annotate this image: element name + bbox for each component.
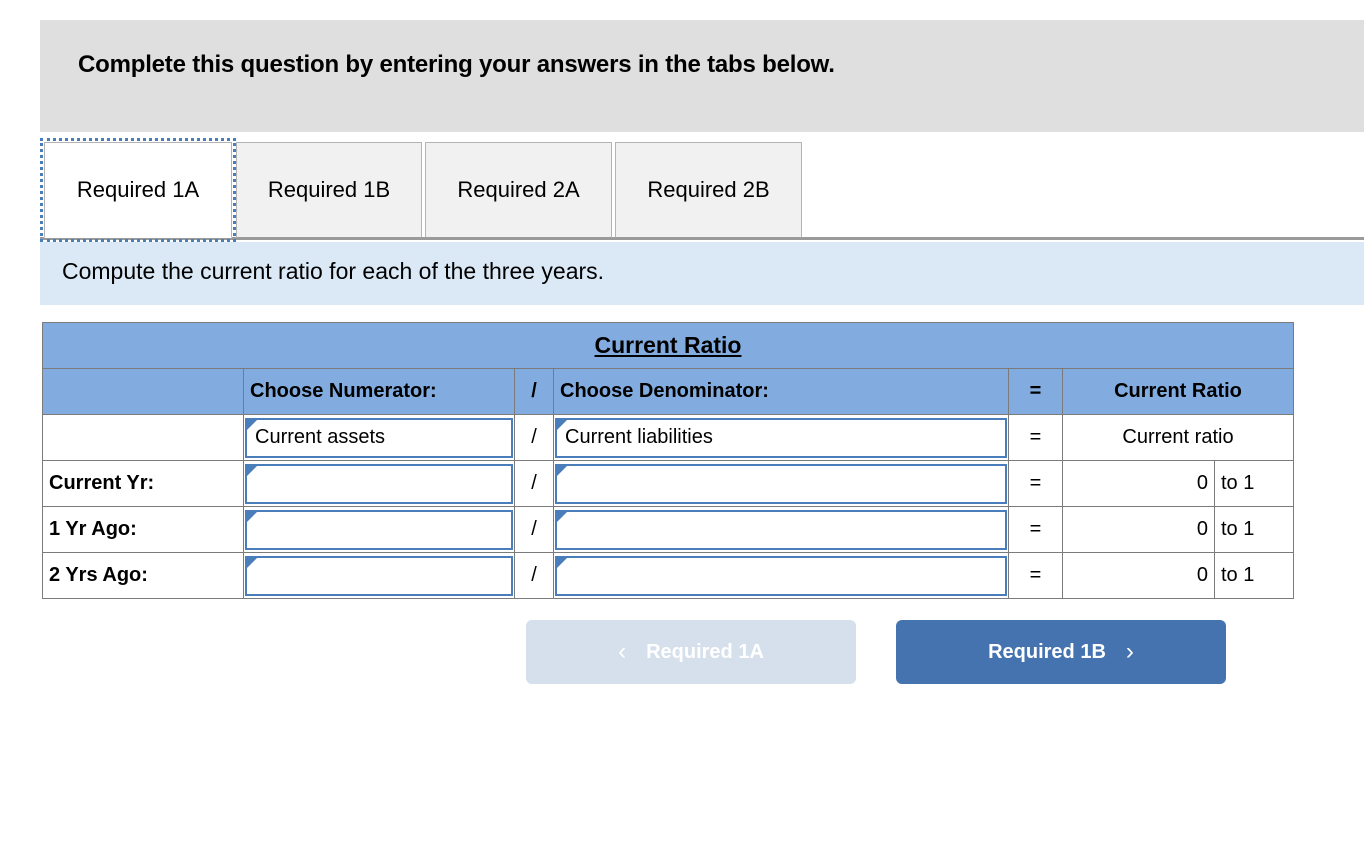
formula-slash: / bbox=[514, 414, 554, 461]
row-label-1-yr-ago: 1 Yr Ago: bbox=[42, 506, 244, 553]
denominator-select-1-yr-ago[interactable] bbox=[553, 506, 1009, 553]
current-ratio-table-container: Current Ratio Choose Numerator: / Choose… bbox=[42, 322, 1294, 599]
numerator-select-1-yr-ago[interactable] bbox=[243, 506, 515, 553]
header-equals: = bbox=[1008, 368, 1063, 415]
chevron-right-icon: › bbox=[1125, 638, 1134, 665]
dropdown-corner-icon bbox=[557, 419, 567, 430]
row-ratio-value-1-yr-ago: 0 bbox=[1062, 506, 1215, 553]
header-current-ratio: Current Ratio bbox=[1062, 368, 1294, 415]
numerator-select-current-yr[interactable] bbox=[243, 460, 515, 507]
navigation-buttons: ‹ Required 1A Required 1B › bbox=[0, 620, 1364, 686]
chevron-left-icon: ‹ bbox=[618, 638, 627, 665]
row-slash: / bbox=[514, 506, 554, 553]
row-equals: = bbox=[1008, 552, 1063, 599]
header-choose-numerator: Choose Numerator: bbox=[243, 368, 515, 415]
select-value: Current assets bbox=[255, 426, 386, 448]
denominator-select-2-yrs-ago[interactable] bbox=[553, 552, 1009, 599]
tab-required-2b[interactable]: Required 2B bbox=[615, 142, 802, 238]
row-ratio-unit: to 1 bbox=[1214, 506, 1294, 553]
select-box[interactable] bbox=[245, 463, 513, 504]
tab-label: Required 1A bbox=[76, 177, 200, 202]
select-box[interactable] bbox=[555, 555, 1007, 596]
row-label-2-yrs-ago: 2 Yrs Ago: bbox=[42, 552, 244, 599]
row-ratio-unit: to 1 bbox=[1214, 460, 1294, 507]
row-slash: / bbox=[514, 460, 554, 507]
formula-equals: = bbox=[1008, 414, 1063, 461]
numerator-select-2-yrs-ago[interactable] bbox=[243, 552, 515, 599]
previous-required-button[interactable]: ‹ Required 1A bbox=[526, 620, 856, 684]
table-row: 2 Yrs Ago: / = 0 to 1 bbox=[42, 552, 1294, 599]
question-header-bar: Complete this question by entering your … bbox=[40, 20, 1364, 132]
tab-required-2a[interactable]: Required 2A bbox=[425, 142, 612, 238]
tab-required-1b[interactable]: Required 1B bbox=[236, 142, 422, 238]
denominator-select-current-yr[interactable] bbox=[553, 460, 1009, 507]
select-box[interactable] bbox=[555, 509, 1007, 550]
requirement-banner: Compute the current ratio for each of th… bbox=[40, 242, 1364, 305]
previous-button-label: Required 1A bbox=[646, 640, 764, 663]
tab-required-1a[interactable]: Required 1A bbox=[40, 138, 236, 242]
formula-numerator-select[interactable]: Current assets bbox=[243, 414, 515, 461]
dropdown-corner-icon bbox=[247, 557, 257, 568]
row-label-current-yr: Current Yr: bbox=[42, 460, 244, 507]
tab-strip: Required 1A Required 1B Required 2A Requ… bbox=[0, 137, 1364, 242]
select-box[interactable] bbox=[245, 555, 513, 596]
dropdown-corner-icon bbox=[557, 465, 567, 476]
row-ratio-unit: to 1 bbox=[1214, 552, 1294, 599]
formula-denominator-select[interactable]: Current liabilities bbox=[553, 414, 1009, 461]
tab-label: Required 2B bbox=[647, 177, 770, 202]
table-title-row: Current Ratio bbox=[42, 322, 1294, 369]
row-ratio-value-2-yrs-ago: 0 bbox=[1062, 552, 1215, 599]
tab-label: Required 2A bbox=[457, 177, 580, 202]
dropdown-corner-icon bbox=[247, 511, 257, 522]
select-box[interactable] bbox=[555, 463, 1007, 504]
table-title: Current Ratio bbox=[42, 322, 1294, 369]
header-choose-denominator: Choose Denominator: bbox=[553, 368, 1009, 415]
dropdown-corner-icon bbox=[247, 465, 257, 476]
select-box[interactable]: Current liabilities bbox=[555, 417, 1007, 458]
dropdown-corner-icon bbox=[557, 557, 567, 568]
dropdown-corner-icon bbox=[247, 419, 257, 430]
table-row: 1 Yr Ago: / = 0 to 1 bbox=[42, 506, 1294, 553]
select-box[interactable] bbox=[245, 509, 513, 550]
formula-row: Current assets / Current liabilities = C… bbox=[42, 414, 1294, 461]
question-header-text: Complete this question by entering your … bbox=[78, 51, 835, 78]
header-blank-cell bbox=[42, 368, 244, 415]
formula-row-label bbox=[42, 414, 244, 461]
table-header-row: Choose Numerator: / Choose Denominator: … bbox=[42, 368, 1294, 415]
next-button-label: Required 1B bbox=[988, 640, 1106, 663]
table-row: Current Yr: / = 0 to 1 bbox=[42, 460, 1294, 507]
requirement-text: Compute the current ratio for each of th… bbox=[62, 258, 605, 284]
header-slash: / bbox=[514, 368, 554, 415]
next-required-button[interactable]: Required 1B › bbox=[896, 620, 1226, 684]
dropdown-corner-icon bbox=[557, 511, 567, 522]
row-slash: / bbox=[514, 552, 554, 599]
current-ratio-table: Current Ratio Choose Numerator: / Choose… bbox=[42, 322, 1294, 599]
select-value: Current liabilities bbox=[565, 426, 713, 448]
formula-result: Current ratio bbox=[1062, 414, 1294, 461]
row-equals: = bbox=[1008, 460, 1063, 507]
row-equals: = bbox=[1008, 506, 1063, 553]
select-box[interactable]: Current assets bbox=[245, 417, 513, 458]
row-ratio-value-current-yr: 0 bbox=[1062, 460, 1215, 507]
tab-label: Required 1B bbox=[267, 177, 391, 202]
